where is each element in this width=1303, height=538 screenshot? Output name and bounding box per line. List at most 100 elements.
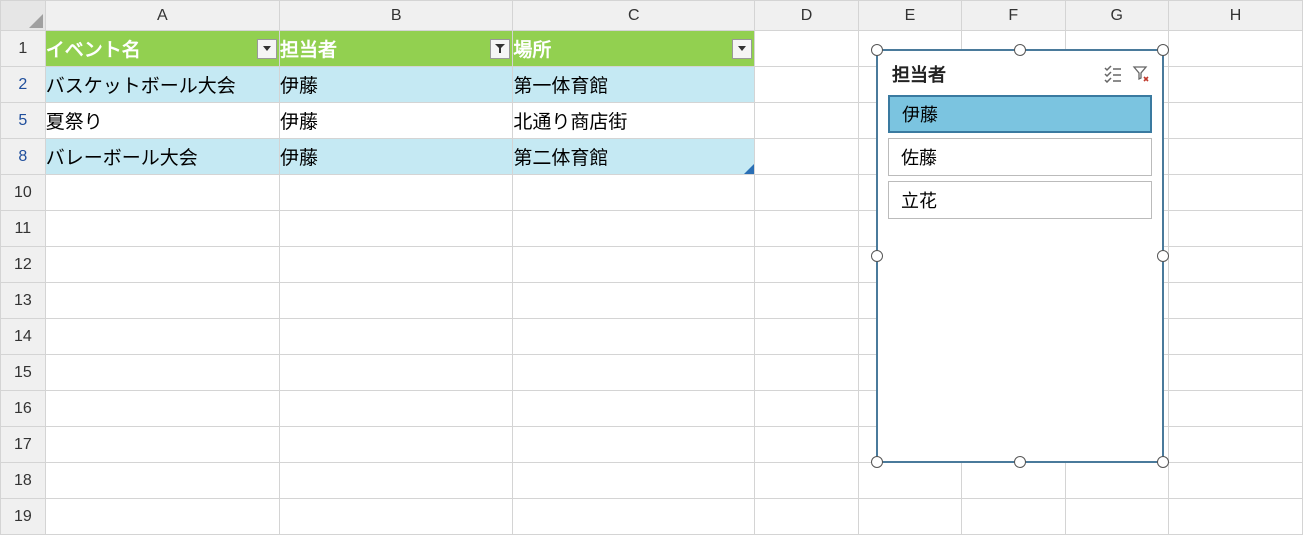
filter-button-active[interactable] xyxy=(490,39,510,59)
cell[interactable] xyxy=(45,175,279,211)
cell[interactable] xyxy=(280,355,513,391)
cell[interactable] xyxy=(280,463,513,499)
cell[interactable] xyxy=(513,211,755,247)
cell[interactable] xyxy=(755,31,858,67)
select-all-corner[interactable] xyxy=(1,1,46,31)
cell[interactable] xyxy=(1169,391,1303,427)
cell[interactable] xyxy=(45,391,279,427)
cell-event[interactable]: バレーボール大会 xyxy=(45,139,279,175)
resize-handle[interactable] xyxy=(1157,250,1169,262)
cell[interactable] xyxy=(755,391,858,427)
cell-place[interactable]: 北通り商店街 xyxy=(513,103,755,139)
resize-handle[interactable] xyxy=(1014,456,1026,468)
cell[interactable] xyxy=(962,463,1065,499)
row-header[interactable]: 13 xyxy=(1,283,46,319)
col-header-H[interactable]: H xyxy=(1169,1,1303,31)
cell[interactable] xyxy=(1169,427,1303,463)
cell[interactable] xyxy=(45,499,279,535)
slicer-item[interactable]: 立花 xyxy=(888,181,1152,219)
filter-button[interactable] xyxy=(732,39,752,59)
cell[interactable] xyxy=(1169,247,1303,283)
table-header-event[interactable]: イベント名 xyxy=(45,31,279,67)
table-resize-handle[interactable] xyxy=(744,164,754,174)
cell-person[interactable]: 伊藤 xyxy=(280,139,513,175)
cell[interactable] xyxy=(755,283,858,319)
cell[interactable] xyxy=(1169,499,1303,535)
cell[interactable] xyxy=(755,67,858,103)
row-header[interactable]: 19 xyxy=(1,499,46,535)
table-header-place[interactable]: 場所 xyxy=(513,31,755,67)
cell[interactable] xyxy=(280,283,513,319)
cell-place[interactable]: 第二体育館 xyxy=(513,139,755,175)
cell-place[interactable]: 第一体育館 xyxy=(513,67,755,103)
cell[interactable] xyxy=(755,499,858,535)
row-header[interactable]: 14 xyxy=(1,319,46,355)
cell[interactable] xyxy=(1169,211,1303,247)
row-header[interactable]: 8 xyxy=(1,139,46,175)
cell[interactable] xyxy=(1169,67,1303,103)
cell[interactable] xyxy=(1169,103,1303,139)
col-header-F[interactable]: F xyxy=(962,1,1065,31)
cell[interactable] xyxy=(45,211,279,247)
cell[interactable] xyxy=(280,247,513,283)
col-header-E[interactable]: E xyxy=(858,1,961,31)
cell[interactable] xyxy=(1169,319,1303,355)
row-header[interactable]: 11 xyxy=(1,211,46,247)
col-header-A[interactable]: A xyxy=(45,1,279,31)
slicer-item[interactable]: 伊藤 xyxy=(888,95,1152,133)
cell[interactable] xyxy=(755,463,858,499)
cell[interactable] xyxy=(513,355,755,391)
cell[interactable] xyxy=(45,319,279,355)
cell[interactable] xyxy=(513,499,755,535)
filter-button[interactable] xyxy=(257,39,277,59)
cell[interactable] xyxy=(755,175,858,211)
cell[interactable] xyxy=(280,211,513,247)
cell[interactable] xyxy=(513,283,755,319)
cell[interactable] xyxy=(280,175,513,211)
resize-handle[interactable] xyxy=(1157,44,1169,56)
cell[interactable] xyxy=(45,355,279,391)
col-header-B[interactable]: B xyxy=(280,1,513,31)
cell[interactable] xyxy=(755,319,858,355)
cell[interactable] xyxy=(858,499,961,535)
cell[interactable] xyxy=(1169,175,1303,211)
resize-handle[interactable] xyxy=(1014,44,1026,56)
row-header[interactable]: 2 xyxy=(1,67,46,103)
col-header-G[interactable]: G xyxy=(1065,1,1169,31)
row-header[interactable]: 15 xyxy=(1,355,46,391)
cell[interactable] xyxy=(1065,499,1169,535)
multiselect-icon[interactable] xyxy=(1102,63,1124,85)
cell-event[interactable]: バスケットボール大会 xyxy=(45,67,279,103)
resize-handle[interactable] xyxy=(871,44,883,56)
cell[interactable] xyxy=(45,283,279,319)
cell-event[interactable]: 夏祭り xyxy=(45,103,279,139)
cell[interactable] xyxy=(280,319,513,355)
cell[interactable] xyxy=(755,103,858,139)
cell[interactable] xyxy=(755,355,858,391)
row-header[interactable]: 12 xyxy=(1,247,46,283)
cell[interactable] xyxy=(1169,139,1303,175)
slicer-panel[interactable]: 担当者 伊藤 佐藤 立花 xyxy=(876,49,1164,463)
resize-handle[interactable] xyxy=(871,456,883,468)
cell[interactable] xyxy=(1169,31,1303,67)
cell[interactable] xyxy=(755,247,858,283)
cell[interactable] xyxy=(280,391,513,427)
resize-handle[interactable] xyxy=(1157,456,1169,468)
cell-person[interactable]: 伊藤 xyxy=(280,67,513,103)
cell[interactable] xyxy=(1169,463,1303,499)
cell[interactable] xyxy=(280,499,513,535)
row-header[interactable]: 18 xyxy=(1,463,46,499)
cell[interactable] xyxy=(513,175,755,211)
cell[interactable] xyxy=(755,211,858,247)
cell[interactable] xyxy=(513,427,755,463)
row-header[interactable]: 5 xyxy=(1,103,46,139)
cell[interactable] xyxy=(755,139,858,175)
cell[interactable] xyxy=(1169,283,1303,319)
cell[interactable] xyxy=(755,427,858,463)
cell[interactable] xyxy=(858,463,961,499)
cell[interactable] xyxy=(513,247,755,283)
cell[interactable] xyxy=(45,427,279,463)
row-header[interactable]: 16 xyxy=(1,391,46,427)
slicer-item[interactable]: 佐藤 xyxy=(888,138,1152,176)
cell[interactable] xyxy=(962,499,1065,535)
